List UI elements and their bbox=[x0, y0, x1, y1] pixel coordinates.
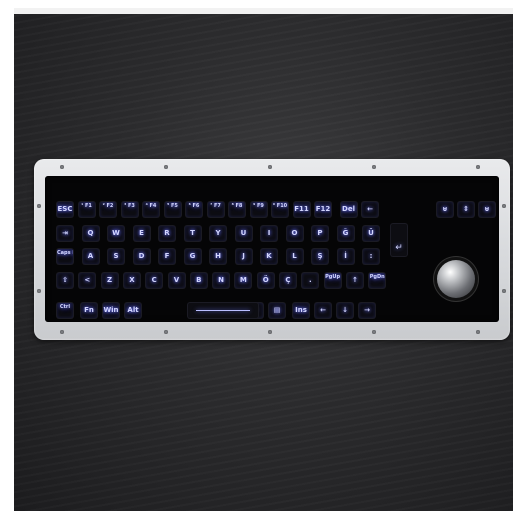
key: ⇕ bbox=[458, 202, 474, 217]
key: P bbox=[312, 226, 328, 241]
key: V bbox=[168, 273, 185, 288]
screw bbox=[164, 165, 168, 169]
key: PgUp bbox=[324, 273, 341, 288]
screw bbox=[268, 165, 272, 169]
key: Ş bbox=[312, 249, 328, 264]
keyboard-mounting-plate: ESC ¹ F1 ² F2 ³ F3 ⁴ F4 ⁵ F5 ⁶ F6 ⁷ F7 ⁸ F8 ⁹ F9 ⁰… bbox=[34, 159, 510, 340]
key: ↓ bbox=[337, 303, 353, 318]
screw bbox=[268, 330, 272, 334]
screw bbox=[502, 289, 506, 293]
key: ⁴ F4 bbox=[143, 202, 159, 217]
key: Ö bbox=[257, 273, 274, 288]
key: Alt bbox=[125, 303, 141, 318]
key: ³ F3 bbox=[121, 202, 138, 217]
enter-key: ↵ bbox=[391, 224, 407, 256]
key: ▤ bbox=[269, 303, 285, 318]
key: Y bbox=[210, 226, 226, 241]
key: < bbox=[79, 273, 96, 288]
screw bbox=[372, 165, 376, 169]
key: Ü bbox=[363, 226, 379, 241]
screw bbox=[60, 165, 64, 169]
key: W bbox=[108, 226, 124, 241]
screw bbox=[37, 289, 41, 293]
key: ⊍ bbox=[437, 202, 453, 217]
key: ⁶ F6 bbox=[186, 202, 202, 217]
key: N bbox=[213, 273, 230, 288]
screw bbox=[476, 165, 480, 169]
key: Ğ bbox=[337, 226, 354, 241]
key: J bbox=[235, 249, 252, 264]
key: C bbox=[146, 273, 163, 288]
key: ⇧ bbox=[57, 273, 73, 288]
key: K bbox=[261, 249, 277, 264]
key: Del bbox=[340, 202, 357, 217]
key: L bbox=[286, 249, 303, 264]
key: ← bbox=[362, 202, 378, 217]
key: ¹ F1 bbox=[78, 202, 95, 217]
key: : bbox=[363, 249, 379, 264]
key: Caps Lock bbox=[57, 249, 73, 264]
key: → bbox=[359, 303, 375, 318]
key: F11 bbox=[293, 202, 310, 217]
key: E bbox=[133, 226, 150, 241]
product-photo: ESC ¹ F1 ² F2 ³ F3 ⁴ F4 ⁵ F5 ⁶ F6 ⁷ F7 ⁸ F8 ⁹ F9 ⁰… bbox=[14, 8, 513, 511]
key: M bbox=[235, 273, 252, 288]
key: . bbox=[302, 273, 319, 288]
key: Z bbox=[101, 273, 118, 288]
top-bar bbox=[14, 8, 513, 14]
key: F bbox=[159, 249, 175, 264]
screw bbox=[60, 330, 64, 334]
key: R bbox=[159, 226, 175, 241]
trackball bbox=[437, 260, 475, 298]
key: X bbox=[123, 273, 140, 288]
key: ESC bbox=[57, 202, 73, 217]
screw bbox=[372, 330, 376, 334]
key: I bbox=[261, 226, 277, 241]
key: İ bbox=[337, 249, 354, 264]
key: ⁸ F8 bbox=[229, 202, 245, 217]
key: ⁹ F9 bbox=[250, 202, 267, 217]
key: Q bbox=[82, 226, 99, 241]
key: ⁰ F10 bbox=[272, 202, 288, 217]
key: S bbox=[108, 249, 124, 264]
key: ← bbox=[315, 303, 331, 318]
key: O bbox=[286, 226, 303, 241]
key: Win bbox=[103, 303, 119, 318]
key: Ins bbox=[293, 303, 309, 318]
key: U bbox=[235, 226, 252, 241]
spacebar-key bbox=[188, 303, 258, 318]
key: ⁵ F5 bbox=[164, 202, 181, 217]
key: G bbox=[184, 249, 201, 264]
key: ⇥ bbox=[57, 226, 73, 241]
keyboard-panel: ESC ¹ F1 ² F2 ³ F3 ⁴ F4 ⁵ F5 ⁶ F6 ⁷ F7 ⁸ F8 ⁹ F9 ⁰… bbox=[45, 176, 499, 322]
key: ² F2 bbox=[100, 202, 116, 217]
screw bbox=[164, 330, 168, 334]
key: A bbox=[82, 249, 99, 264]
key: Ctrl bbox=[57, 303, 73, 318]
key: D bbox=[133, 249, 150, 264]
key: F12 bbox=[315, 202, 331, 217]
key: ↑ bbox=[346, 273, 363, 288]
key: H bbox=[210, 249, 226, 264]
key: ⊍ bbox=[479, 202, 495, 217]
key: T bbox=[184, 226, 201, 241]
screw bbox=[502, 204, 506, 208]
screw bbox=[476, 330, 480, 334]
key: PgDn bbox=[369, 273, 386, 288]
key: ⁷ F7 bbox=[207, 202, 224, 217]
key: Fn bbox=[81, 303, 97, 318]
key: Ç bbox=[280, 273, 296, 288]
key: B bbox=[190, 273, 207, 288]
screw bbox=[37, 204, 41, 208]
